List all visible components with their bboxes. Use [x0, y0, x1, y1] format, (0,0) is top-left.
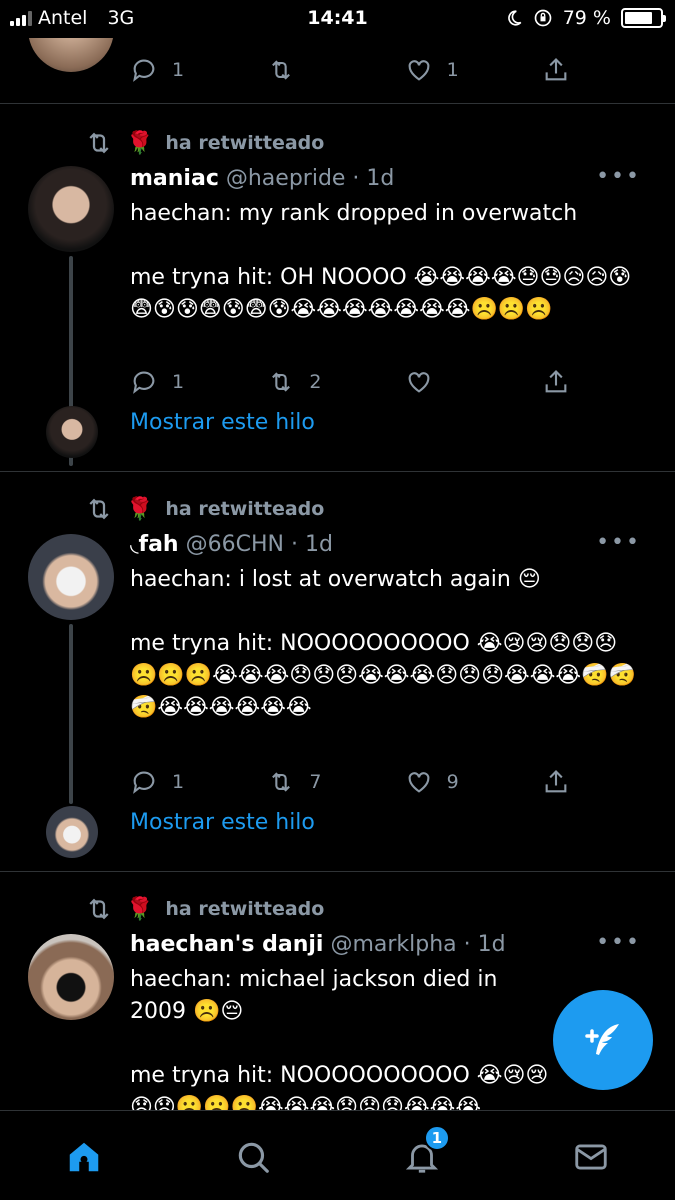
- retweet-icon: [89, 498, 109, 520]
- retweet-count: 2: [309, 371, 322, 393]
- avatar[interactable]: [28, 38, 114, 72]
- timeline[interactable]: · · · · · · · · · · · · 1 1 🌹 ha retwi: [0, 38, 675, 1110]
- like-button[interactable]: 9: [405, 768, 505, 796]
- tab-home[interactable]: [54, 1137, 114, 1177]
- reply-button[interactable]: 1: [130, 368, 230, 396]
- reply-icon: [133, 371, 155, 394]
- heart-icon: [408, 60, 430, 81]
- retweet-header: 🌹 ha retwitteado: [84, 494, 324, 524]
- status-bar: Antel 3G 14:41 79 %: [0, 0, 675, 38]
- retweet-icon: [89, 132, 109, 154]
- retweet-icon: [89, 898, 109, 920]
- retweet-button[interactable]: [267, 56, 367, 84]
- tweet-actions: 1 1: [130, 56, 570, 84]
- compose-button[interactable]: [553, 990, 653, 1090]
- retweet-icon: [272, 772, 291, 792]
- tweet[interactable]: 🌹 ha retwitteado ◟fah @66CHN · 1d ••• ha…: [0, 472, 675, 872]
- share-button[interactable]: [542, 56, 570, 84]
- reply-button[interactable]: 1: [130, 768, 230, 796]
- heart-icon: [408, 772, 430, 793]
- thread-avatar[interactable]: [46, 406, 98, 458]
- moon-icon: [507, 10, 522, 26]
- author-handle[interactable]: @66CHN · 1d: [186, 532, 333, 557]
- thread-avatar[interactable]: [46, 806, 98, 858]
- show-thread-link[interactable]: Mostrar este hilo: [130, 410, 315, 435]
- tweet-header: maniac @haepride · 1d: [130, 166, 394, 191]
- tweet-partial[interactable]: · · · · · · · · · · · · 1 1: [0, 38, 675, 104]
- reply-count: 1: [172, 371, 185, 393]
- tweet-text: haechan: i lost at overwatch again 😔 me …: [130, 567, 636, 720]
- reply-count: 1: [172, 59, 185, 81]
- status-right: 79 %: [505, 7, 666, 29]
- author-handle[interactable]: @haepride · 1d: [226, 166, 395, 191]
- reply-button[interactable]: 1: [130, 56, 230, 84]
- reply-count: 1: [172, 771, 185, 793]
- share-icon: [545, 58, 567, 81]
- tweet[interactable]: 🌹 ha retwitteado maniac @haepride · 1d •…: [0, 104, 675, 472]
- notification-badge: 1: [423, 1125, 450, 1151]
- rose-icon: 🌹: [126, 896, 154, 922]
- home-icon: [70, 1142, 99, 1172]
- tweet-actions: 1 7 9: [130, 768, 570, 796]
- show-thread-link[interactable]: Mostrar este hilo: [130, 810, 315, 835]
- author-name[interactable]: maniac: [130, 166, 219, 191]
- retweet-header: 🌹 ha retwitteado: [84, 894, 324, 924]
- share-icon: [545, 770, 567, 793]
- share-button[interactable]: [542, 768, 570, 796]
- author-name[interactable]: haechan's danji: [130, 932, 323, 957]
- like-button[interactable]: [405, 368, 505, 396]
- avatar[interactable]: [28, 534, 114, 620]
- like-button[interactable]: 1: [405, 56, 505, 84]
- retweet-header: 🌹 ha retwitteado: [84, 128, 324, 158]
- retweet-count: 7: [309, 771, 322, 793]
- like-count: 9: [446, 771, 459, 793]
- share-button[interactable]: [542, 368, 570, 396]
- avatar[interactable]: [28, 934, 114, 1020]
- search-icon: [238, 1142, 269, 1173]
- thread-line: [69, 624, 73, 804]
- rose-icon: 🌹: [126, 130, 154, 156]
- retweet-label: ha retwitteado: [165, 498, 325, 520]
- tab-notifications[interactable]: 1: [392, 1125, 452, 1177]
- more-icon[interactable]: •••: [596, 530, 641, 555]
- battery-label: 79 %: [562, 7, 611, 29]
- tweet-text: haechan: my rank dropped in overwatch me…: [130, 201, 632, 322]
- tab-messages[interactable]: [561, 1137, 621, 1177]
- tweet-header: haechan's danji @marklpha · 1d: [130, 932, 506, 957]
- tab-bar: 1: [0, 1110, 675, 1200]
- tweet-text-cut: · · · · · · · · · · · ·: [130, 38, 337, 47]
- retweet-icon: [272, 372, 291, 392]
- tweet-header: ◟fah @66CHN · 1d: [130, 532, 333, 557]
- rose-icon: 🌹: [126, 496, 154, 522]
- share-icon: [545, 370, 567, 393]
- tweet-actions: 1 2: [130, 368, 570, 396]
- avatar[interactable]: [28, 166, 114, 252]
- author-handle[interactable]: @marklpha · 1d: [330, 932, 505, 957]
- retweet-icon: [272, 60, 291, 80]
- reply-icon: [133, 771, 155, 794]
- retweet-label: ha retwitteado: [165, 898, 325, 920]
- more-icon[interactable]: •••: [596, 930, 641, 955]
- more-icon[interactable]: •••: [596, 164, 641, 189]
- retweet-button[interactable]: 7: [267, 768, 367, 796]
- tweet-text: haechan: michael jackson died in 2009 ☹️…: [130, 967, 549, 1110]
- battery-icon: [621, 8, 666, 28]
- heart-icon: [408, 372, 430, 393]
- orientation-lock-icon: [534, 9, 552, 27]
- mail-icon: [574, 1144, 607, 1170]
- retweet-button[interactable]: 2: [267, 368, 367, 396]
- reply-icon: [133, 59, 155, 82]
- like-count: 1: [446, 59, 459, 81]
- tab-search[interactable]: [223, 1137, 283, 1177]
- compose-icon: [585, 1024, 619, 1055]
- author-name[interactable]: ◟fah: [130, 532, 179, 557]
- retweet-label: ha retwitteado: [165, 132, 325, 154]
